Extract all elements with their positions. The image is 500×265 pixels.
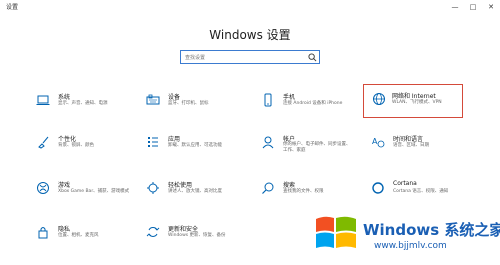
tile-cortana[interactable]: Cortana Cortana 语言、权限、通知 (367, 176, 472, 208)
search-icon[interactable] (308, 53, 317, 62)
page-title: Windows 设置 (209, 28, 291, 42)
tile-system[interactable]: 系统 显示、声音、通知、电源 (32, 88, 137, 120)
tile-description: 显示、声音、通知、电源 (58, 101, 108, 106)
laptop-icon (36, 92, 50, 106)
watermark: Windows 系统之家 www.bjjmlv.com (310, 205, 500, 260)
tile-description: 你的帐户、电子邮件、同步设置、工作、家庭 (283, 142, 351, 153)
tile-gaming[interactable]: 游戏 Xbox Game Bar、捕获、游戏模式 (32, 176, 137, 208)
person-icon (261, 134, 275, 149)
tile-description: 查找我的文件、权限 (283, 189, 324, 194)
maximize-button[interactable]: □ (464, 0, 482, 14)
ease-of-access-icon (146, 180, 160, 194)
tile-description: Cortana 语言、权限、通知 (393, 189, 449, 194)
title-bar: 设置 — □ ✕ (0, 0, 500, 14)
tile-description: 语音、区域、日期 (393, 143, 429, 148)
tile-description: 位置、相机、麦克风 (58, 233, 99, 238)
tile-description: 蓝牙、打印机、鼠标 (168, 101, 209, 106)
tile-search[interactable]: 搜索 查找我的文件、权限 (257, 176, 362, 208)
brush-icon (36, 134, 50, 149)
tile-description: 连接 Android 设备和 iPhone (283, 101, 343, 106)
sync-icon (146, 224, 160, 238)
minimize-button[interactable]: — (446, 0, 464, 14)
tile-description: Xbox Game Bar、捕获、游戏模式 (58, 189, 130, 194)
tile-devices[interactable]: 设备 蓝牙、打印机、鼠标 (142, 88, 247, 120)
tile-accounts[interactable]: 帐户 你的帐户、电子邮件、同步设置、工作、家庭 (257, 130, 362, 162)
time-language-icon: A (371, 134, 385, 148)
tile-description: 讲述人、放大镜、高对比度 (168, 189, 222, 194)
globe-icon (372, 91, 386, 105)
phone-icon (261, 92, 275, 107)
apps-list-icon (146, 134, 160, 148)
tile-description: 卸载、默认应用、可选功能 (168, 143, 222, 148)
search-input[interactable] (183, 52, 307, 63)
windows-logo-icon (316, 216, 356, 248)
xbox-icon (36, 180, 50, 194)
tile-phone[interactable]: 手机 连接 Android 设备和 iPhone (257, 88, 362, 120)
tile-network[interactable]: 网络和 Internet WLAN、飞行模式、VPN (363, 84, 463, 118)
tile-title: Cortana (393, 180, 417, 187)
tile-description: WLAN、飞行模式、VPN (392, 100, 442, 105)
lock-icon (36, 224, 50, 239)
watermark-text: Windows 系统之家 (363, 221, 500, 239)
keyboard-icon (146, 92, 160, 106)
tile-time-language[interactable]: A 时间和语言 语音、区域、日期 (367, 130, 472, 162)
cortana-ring-icon (371, 180, 385, 194)
tile-description: 背景、锁屏、颜色 (58, 143, 94, 148)
tile-apps[interactable]: 应用 卸载、默认应用、可选功能 (142, 130, 247, 162)
tile-personalization[interactable]: 个性化 背景、锁屏、颜色 (32, 130, 137, 162)
magnifier-icon (261, 180, 275, 194)
tile-description: Windows 更新、恢复、备份 (168, 233, 226, 238)
close-button[interactable]: ✕ (482, 0, 500, 14)
watermark-url: www.bjjmlv.com (374, 241, 447, 251)
tile-privacy[interactable]: 隐私 位置、相机、麦克风 (32, 220, 137, 252)
app-title: 设置 (6, 4, 19, 11)
svg-text:A: A (372, 137, 378, 146)
tile-update-security[interactable]: 更新和安全 Windows 更新、恢复、备份 (142, 220, 247, 252)
search-box[interactable] (180, 50, 320, 64)
tile-ease-of-access[interactable]: 轻松使用 讲述人、放大镜、高对比度 (142, 176, 247, 208)
